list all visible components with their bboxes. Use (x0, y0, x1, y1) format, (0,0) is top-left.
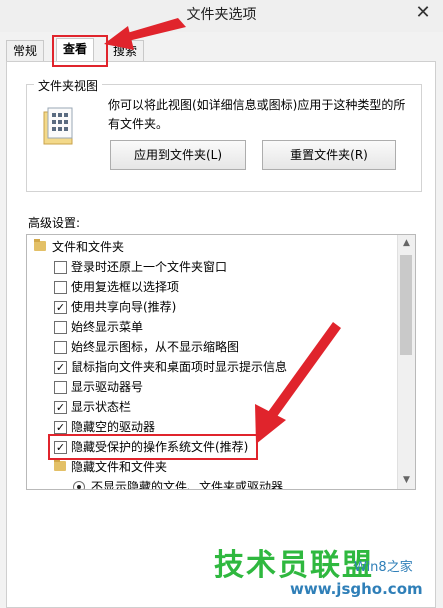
watermark-site: www.jsgho.com (290, 580, 423, 598)
arrow-to-protected-files-icon (255, 322, 341, 444)
arrow-to-view-tab-icon (104, 18, 186, 50)
watermark-brand: 技术员联盟 (214, 548, 374, 583)
annotation-arrows (104, 18, 341, 444)
folder-options-window: 文件夹选项 ✕ 常规 查看 搜索 文件夹视图 你可以将此视图(如详细信息或图标)… (0, 0, 443, 608)
watermark-sub: Win8之家 (354, 560, 413, 575)
